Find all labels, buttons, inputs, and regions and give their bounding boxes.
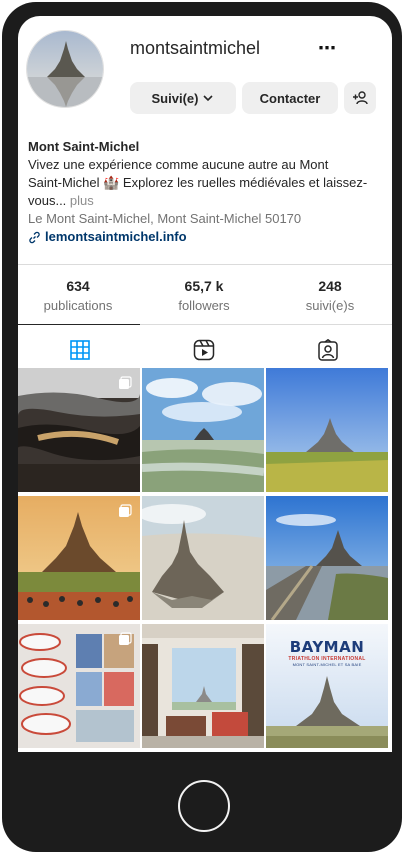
contact-button[interactable]: Contacter [242, 82, 338, 114]
link-icon [29, 231, 40, 243]
stat-following-label: suivi(e)s [305, 298, 355, 313]
post-tile[interactable] [266, 496, 388, 620]
screen: montsaintmichel ⋯ Suivi(e) Contacter Mon… [18, 16, 392, 752]
stat-followers[interactable]: 65,7 k followers [144, 278, 264, 313]
bio-line-3: vous... plus [28, 192, 384, 210]
post-tile[interactable] [142, 368, 264, 492]
carousel-icon [119, 632, 132, 645]
bio: Mont Saint-Michel Vivez une expérience c… [28, 138, 384, 246]
bio-more-link[interactable]: plus [70, 193, 94, 208]
suggest-users-button[interactable] [344, 82, 376, 114]
stat-following[interactable]: 248 suivi(e)s [270, 278, 390, 313]
bio-line-3-text: vous... [28, 193, 67, 208]
tab-tagged[interactable] [266, 334, 390, 366]
profile-name: Mont Saint-Michel [28, 139, 140, 154]
chevron-down-icon [203, 95, 214, 102]
divider [18, 264, 392, 265]
tagged-icon [318, 339, 338, 361]
more-options-icon[interactable]: ⋯ [318, 38, 337, 59]
event-logo: BAYMAN TRIATHLON INTERNATIONAL MONT SAIN… [266, 638, 388, 667]
bio-address[interactable]: Le Mont Saint-Michel, Mont Saint-Michel … [28, 210, 384, 228]
add-user-icon [353, 91, 368, 105]
post-tile[interactable] [142, 496, 264, 620]
event-logo-subtitle-2: MONT SAINT-MICHEL ET SA BAIE [292, 662, 362, 667]
username: montsaintmichel [130, 38, 261, 58]
post-tile[interactable] [142, 624, 264, 748]
bio-line-2: Saint-Michel 🏰 Explorez les ruelles médi… [28, 175, 368, 190]
post-tile[interactable] [18, 496, 140, 620]
stat-following-value: 248 [318, 278, 342, 294]
post-tile[interactable]: BAYMAN TRIATHLON INTERNATIONAL MONT SAIN… [266, 624, 388, 748]
phone-frame: montsaintmichel ⋯ Suivi(e) Contacter Mon… [2, 2, 402, 852]
avatar[interactable] [26, 30, 104, 108]
following-label: Suivi(e) [151, 90, 199, 106]
reels-icon [193, 339, 215, 361]
bio-website-text: lemontsaintmichel.info [45, 229, 187, 244]
event-logo-title: BAYMAN [289, 638, 365, 656]
post-tile[interactable] [18, 624, 140, 748]
bio-website-link[interactable]: lemontsaintmichel.info [28, 228, 384, 246]
stat-followers-label: followers [178, 298, 230, 313]
contact-label: Contacter [259, 90, 321, 106]
active-tab-indicator [18, 324, 140, 325]
post-tile[interactable] [266, 368, 388, 492]
carousel-icon [119, 504, 132, 517]
home-button[interactable] [178, 780, 230, 832]
tab-posts[interactable] [18, 334, 142, 366]
following-button[interactable]: Suivi(e) [130, 82, 236, 114]
stat-followers-value: 65,7 k [184, 278, 224, 294]
tab-reels[interactable] [142, 334, 266, 366]
bio-line-1: Vivez une expérience comme aucune autre … [28, 157, 329, 172]
post-tile[interactable] [18, 368, 140, 492]
carousel-icon [119, 376, 132, 389]
stat-publications-label: publications [43, 298, 113, 313]
grid-icon [70, 340, 90, 360]
stat-publications[interactable]: 634 publications [18, 278, 138, 313]
stat-publications-value: 634 [66, 278, 90, 294]
